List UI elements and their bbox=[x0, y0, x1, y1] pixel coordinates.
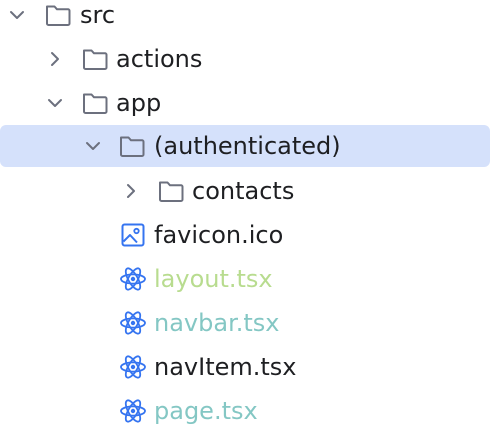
chevron-right-icon[interactable] bbox=[122, 182, 140, 200]
tree-node-label: app bbox=[116, 89, 162, 117]
tree-node-favicon[interactable]: favicon.ico bbox=[0, 217, 493, 253]
tree-node-label: navbar.tsx bbox=[154, 309, 280, 337]
tree-node-label: favicon.ico bbox=[154, 221, 284, 249]
tree-node-app[interactable]: app bbox=[0, 85, 493, 121]
tree-node-navitem-tsx[interactable]: navItem.tsx bbox=[0, 349, 493, 385]
react-file-icon bbox=[119, 309, 147, 337]
chevron-down-icon[interactable] bbox=[46, 94, 64, 112]
tree-node-navbar-tsx[interactable]: navbar.tsx bbox=[0, 305, 493, 341]
tree-node-actions[interactable]: actions bbox=[0, 41, 493, 77]
project-file-tree: src actions app (authenticated) contacts… bbox=[0, 0, 493, 430]
tree-node-contacts[interactable]: contacts bbox=[0, 173, 493, 209]
chevron-down-icon[interactable] bbox=[84, 137, 102, 155]
tree-node-authenticated[interactable]: (authenticated) bbox=[0, 125, 490, 167]
tree-node-label: src bbox=[80, 1, 116, 29]
react-file-icon bbox=[119, 353, 147, 381]
tree-node-layout-tsx[interactable]: layout.tsx bbox=[0, 261, 493, 297]
folder-icon bbox=[157, 177, 185, 205]
chevron-down-icon[interactable] bbox=[8, 6, 26, 24]
react-file-icon bbox=[119, 265, 147, 293]
folder-icon bbox=[81, 89, 109, 117]
folder-icon bbox=[81, 45, 109, 73]
tree-node-src[interactable]: src bbox=[0, 0, 493, 33]
tree-node-label: layout.tsx bbox=[154, 265, 273, 293]
chevron-right-icon[interactable] bbox=[46, 50, 64, 68]
tree-node-label: contacts bbox=[192, 177, 295, 205]
tree-node-label: (authenticated) bbox=[154, 132, 341, 160]
image-file-icon bbox=[119, 221, 147, 249]
tree-node-label: actions bbox=[116, 45, 203, 73]
react-file-icon bbox=[119, 397, 147, 425]
tree-node-page-tsx[interactable]: page.tsx bbox=[0, 393, 493, 429]
folder-icon bbox=[44, 1, 72, 29]
tree-node-label: page.tsx bbox=[154, 397, 258, 425]
folder-icon bbox=[118, 132, 146, 160]
tree-node-label: navItem.tsx bbox=[154, 353, 297, 381]
